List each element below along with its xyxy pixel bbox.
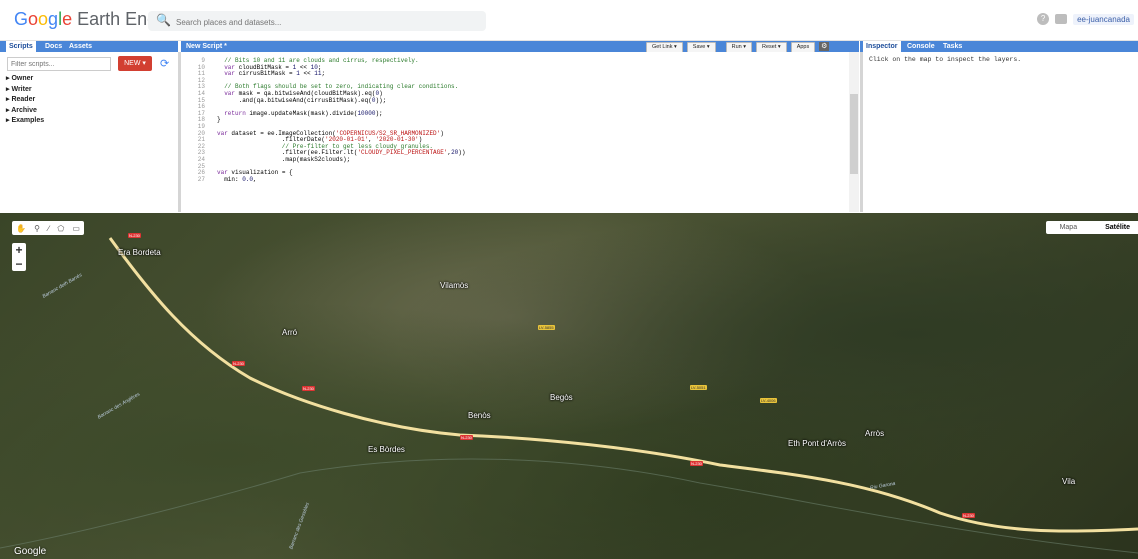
road-label: N-230 <box>962 513 975 518</box>
place-label: Es Bòrdes <box>368 445 405 454</box>
map-overlay <box>0 237 1138 554</box>
rectangle-icon[interactable]: ▭ <box>72 224 80 233</box>
right-panel-tabs: Inspector Console Tasks <box>860 41 1138 52</box>
place-label: Begòs <box>550 393 573 402</box>
filter-scripts-input[interactable] <box>7 57 111 71</box>
script-tree: ▸ Owner ▸ Writer ▸ Reader ▸ Archive ▸ Ex… <box>6 74 44 127</box>
search-icon: 🔍 <box>156 13 171 27</box>
road-label: N-230 <box>690 461 703 466</box>
left-panel-tabs: Scripts Docs Assets <box>0 41 178 52</box>
road-label: LV-5051 <box>690 385 707 390</box>
zoom-control: + − <box>12 243 26 271</box>
tree-item-archive[interactable]: ▸ Archive <box>6 106 44 117</box>
new-button[interactable]: NEW ▾ <box>118 56 152 71</box>
code-text: // Bits 10 and 11 are clouds and cirrus,… <box>217 57 466 183</box>
editor-scrollbar[interactable] <box>849 52 859 212</box>
search-input[interactable] <box>174 13 478 31</box>
code-editor[interactable]: 9 10 11 12 13 14 15 16 17 18 19 20 21 22 23 24 25 26 27 //… <box>181 52 850 212</box>
tree-item-examples[interactable]: ▸ Examples <box>6 116 44 127</box>
place-label: Benòs <box>468 411 491 420</box>
river-garona <box>0 458 1138 554</box>
polygon-icon[interactable]: ⬠ <box>57 224 64 233</box>
tab-inspector[interactable]: Inspector <box>863 41 901 52</box>
road-label: LV-4006 <box>760 398 777 403</box>
hand-icon[interactable]: ✋ <box>16 224 26 233</box>
gear-icon[interactable]: ⚙ <box>819 42 830 51</box>
road-label: LV-5855 <box>538 325 555 330</box>
marker-icon[interactable]: ⚲ <box>34 224 40 233</box>
zoom-out-button[interactable]: − <box>12 257 26 271</box>
road-label: N-230 <box>302 386 315 391</box>
top-right-controls: ? ee-juancanada <box>1037 13 1134 25</box>
scrollbar-thumb[interactable] <box>850 94 858 174</box>
drawing-tools: ✋ ⚲ ∕ ⬠ ▭ <box>12 221 84 235</box>
tree-item-writer[interactable]: ▸ Writer <box>6 85 44 96</box>
road-label: N-230 <box>128 233 141 238</box>
inspector-message: Click on the map to inspect the layers. <box>869 56 1022 63</box>
inspector-panel: Click on the map to inspect the layers. <box>860 52 1138 212</box>
place-label: Arró <box>282 328 298 337</box>
line-numbers: 9 10 11 12 13 14 15 16 17 18 19 20 21 22 23 24 25 26 27 <box>197 57 205 183</box>
tab-tasks[interactable]: Tasks <box>940 41 965 52</box>
feedback-icon[interactable] <box>1055 14 1068 24</box>
map-type-mapa[interactable]: Mapa <box>1046 221 1092 234</box>
refresh-icon[interactable]: ⟳ <box>160 57 169 70</box>
top-bar: Google Earth Engine 🔍 ? ee-juancanada <box>0 0 1138 41</box>
scripts-panel: NEW ▾ ⟳ ▸ Owner ▸ Writer ▸ Reader ▸ Arch… <box>0 52 181 212</box>
map-view[interactable]: ✋ ⚲ ∕ ⬠ ▭ + − Mapa Satélite Era Bordeta … <box>0 213 1138 559</box>
zoom-in-button[interactable]: + <box>12 243 26 257</box>
tab-assets[interactable]: Assets <box>66 41 95 52</box>
place-label: Vilamòs <box>440 281 469 290</box>
road-label: N-230 <box>232 361 245 366</box>
google-attribution: Google <box>14 546 47 557</box>
tab-scripts[interactable]: Scripts <box>6 41 36 52</box>
script-title: New Script * <box>186 43 227 50</box>
place-label: Era Bordeta <box>118 248 161 257</box>
map-type-satellite[interactable]: Satélite <box>1091 221 1138 234</box>
tab-console[interactable]: Console <box>904 41 938 52</box>
place-label: Arròs <box>865 429 885 438</box>
road-n230 <box>108 237 1138 533</box>
help-icon[interactable]: ? <box>1037 13 1050 25</box>
line-icon[interactable]: ∕ <box>48 224 49 233</box>
tree-item-reader[interactable]: ▸ Reader <box>6 95 44 106</box>
map-type-control: Mapa Satélite <box>1045 221 1138 234</box>
search-box[interactable]: 🔍 <box>148 11 486 31</box>
user-project[interactable]: ee-juancanada <box>1073 13 1134 25</box>
place-label: Eth Pont d'Arròs <box>788 439 846 448</box>
tree-item-owner[interactable]: ▸ Owner <box>6 74 44 85</box>
tab-docs[interactable]: Docs <box>42 41 65 52</box>
place-label: Vila <box>1062 477 1076 486</box>
road-label: N-230 <box>460 435 473 440</box>
